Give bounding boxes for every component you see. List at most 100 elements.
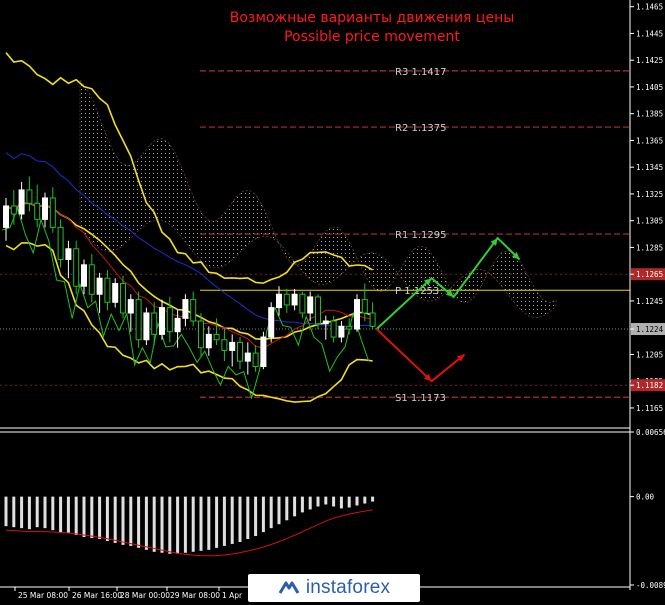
price-tick-label: 1.1165: [636, 404, 663, 413]
price-tick-label: 1.1205: [636, 350, 663, 359]
macd-bar: [191, 496, 195, 552]
candle-body: [260, 336, 267, 367]
macd-bar: [129, 496, 133, 546]
instaforex-mark-icon: [278, 581, 300, 594]
macd-bar: [160, 496, 164, 553]
candle-body: [159, 307, 165, 335]
candle-body: [112, 283, 119, 303]
candle-body: [361, 299, 368, 314]
macd-bar: [66, 496, 70, 534]
chart-title-ru: Возможные варианты движения цены: [230, 10, 515, 26]
macd-bar: [371, 496, 375, 502]
macd-bar: [27, 496, 31, 530]
macd-bar: [222, 496, 226, 546]
macd-bar: [51, 496, 55, 531]
candle-body: [10, 205, 17, 215]
candle-body: [73, 248, 80, 287]
macd-bar: [238, 496, 242, 542]
candle-body: [354, 299, 360, 330]
macd-bar: [98, 496, 102, 539]
price-tick-label: 1.1182: [636, 381, 663, 390]
candle-body: [307, 296, 314, 314]
candle-body: [26, 189, 33, 204]
macd-bar: [4, 496, 8, 527]
price-tick-label: 1.1425: [636, 56, 663, 65]
candle-body: [244, 352, 251, 362]
candle-body: [268, 307, 275, 338]
macd-tick-label: -0.00897: [636, 581, 665, 590]
macd-bar: [183, 496, 187, 553]
candle-body: [338, 325, 345, 338]
level-label-s1: S1 1.1173: [395, 393, 446, 404]
candle-body: [205, 333, 212, 349]
price-tick-label: 1.1265: [636, 270, 663, 279]
candle-body: [198, 320, 204, 349]
price-tick-label: 1.1325: [636, 190, 663, 199]
price-chart: R3 1.1417R2 1.1375R1 1.1295P 1.1253S1 1.…: [0, 0, 665, 605]
macd-bar: [332, 496, 336, 507]
candle-body: [346, 325, 353, 330]
candle-body: [88, 264, 95, 295]
macd-bar: [168, 496, 172, 554]
price-tick-label: 1.1365: [636, 136, 663, 145]
candle-body: [96, 277, 103, 295]
candle-body: [143, 312, 150, 341]
candle-body: [283, 293, 290, 306]
candle-body: [81, 264, 87, 287]
price-tick-label: 1.1405: [636, 83, 663, 92]
candle-body: [42, 197, 48, 220]
candle-body: [190, 299, 197, 322]
macd-bar: [144, 496, 148, 550]
macd-bar: [90, 496, 94, 539]
macd-bar: [277, 496, 281, 525]
candle-body: [213, 333, 220, 341]
macd-bar: [152, 496, 156, 552]
candle-body: [57, 226, 64, 260]
time-tick-label: 28 Mar 00:00: [120, 591, 170, 600]
macd-bar: [59, 496, 63, 533]
candle-body: [369, 312, 376, 327]
price-tick-label: 1.1385: [636, 110, 663, 119]
macd-bar: [363, 496, 367, 504]
candle-body: [315, 296, 321, 325]
macd-bar: [20, 496, 24, 529]
candle-body: [229, 341, 236, 351]
time-tick-label: 25 Mar 08:00: [18, 591, 68, 600]
candle-body: [221, 339, 228, 351]
candle-body: [34, 202, 41, 220]
macd-bar: [176, 496, 180, 554]
macd-bar: [316, 496, 320, 507]
candle-body: [182, 299, 189, 319]
candle-body: [120, 283, 126, 314]
instaforex-logo: instaforex: [248, 574, 420, 602]
macd-bar: [199, 496, 203, 551]
macd-bar: [347, 496, 351, 508]
level-label-r2: R2 1.1375: [395, 123, 446, 134]
candle-body: [291, 293, 298, 306]
instaforex-wordmark: instaforex: [305, 577, 391, 598]
price-tick-label: 1.1224: [636, 325, 664, 334]
macd-bar: [121, 496, 125, 545]
candle-body: [299, 293, 306, 314]
chart-title-en: Possible price movement: [284, 29, 460, 45]
macd-bar: [215, 496, 219, 548]
candle-body: [237, 341, 243, 362]
macd-bar: [339, 496, 343, 509]
candle-body: [65, 248, 72, 260]
price-tick-label: 1.1285: [636, 243, 663, 252]
price-tick-label: 1.1465: [636, 3, 663, 12]
candle-body: [330, 320, 337, 338]
macd-bar: [308, 496, 312, 510]
candle-body: [151, 312, 158, 335]
macd-tick-label: 0.00656: [636, 428, 665, 437]
time-tick-label: 26 Mar 16:00: [72, 591, 122, 600]
macd-bar: [137, 496, 141, 548]
candle-body: [18, 189, 25, 215]
candle-body: [174, 317, 181, 333]
price-tick-label: 1.1305: [636, 217, 663, 226]
macd-bar: [82, 496, 86, 538]
candle-body: [322, 320, 329, 325]
macd-bar: [324, 496, 328, 505]
macd-bar: [230, 496, 234, 544]
level-label-r1: R1 1.1295: [395, 230, 446, 241]
